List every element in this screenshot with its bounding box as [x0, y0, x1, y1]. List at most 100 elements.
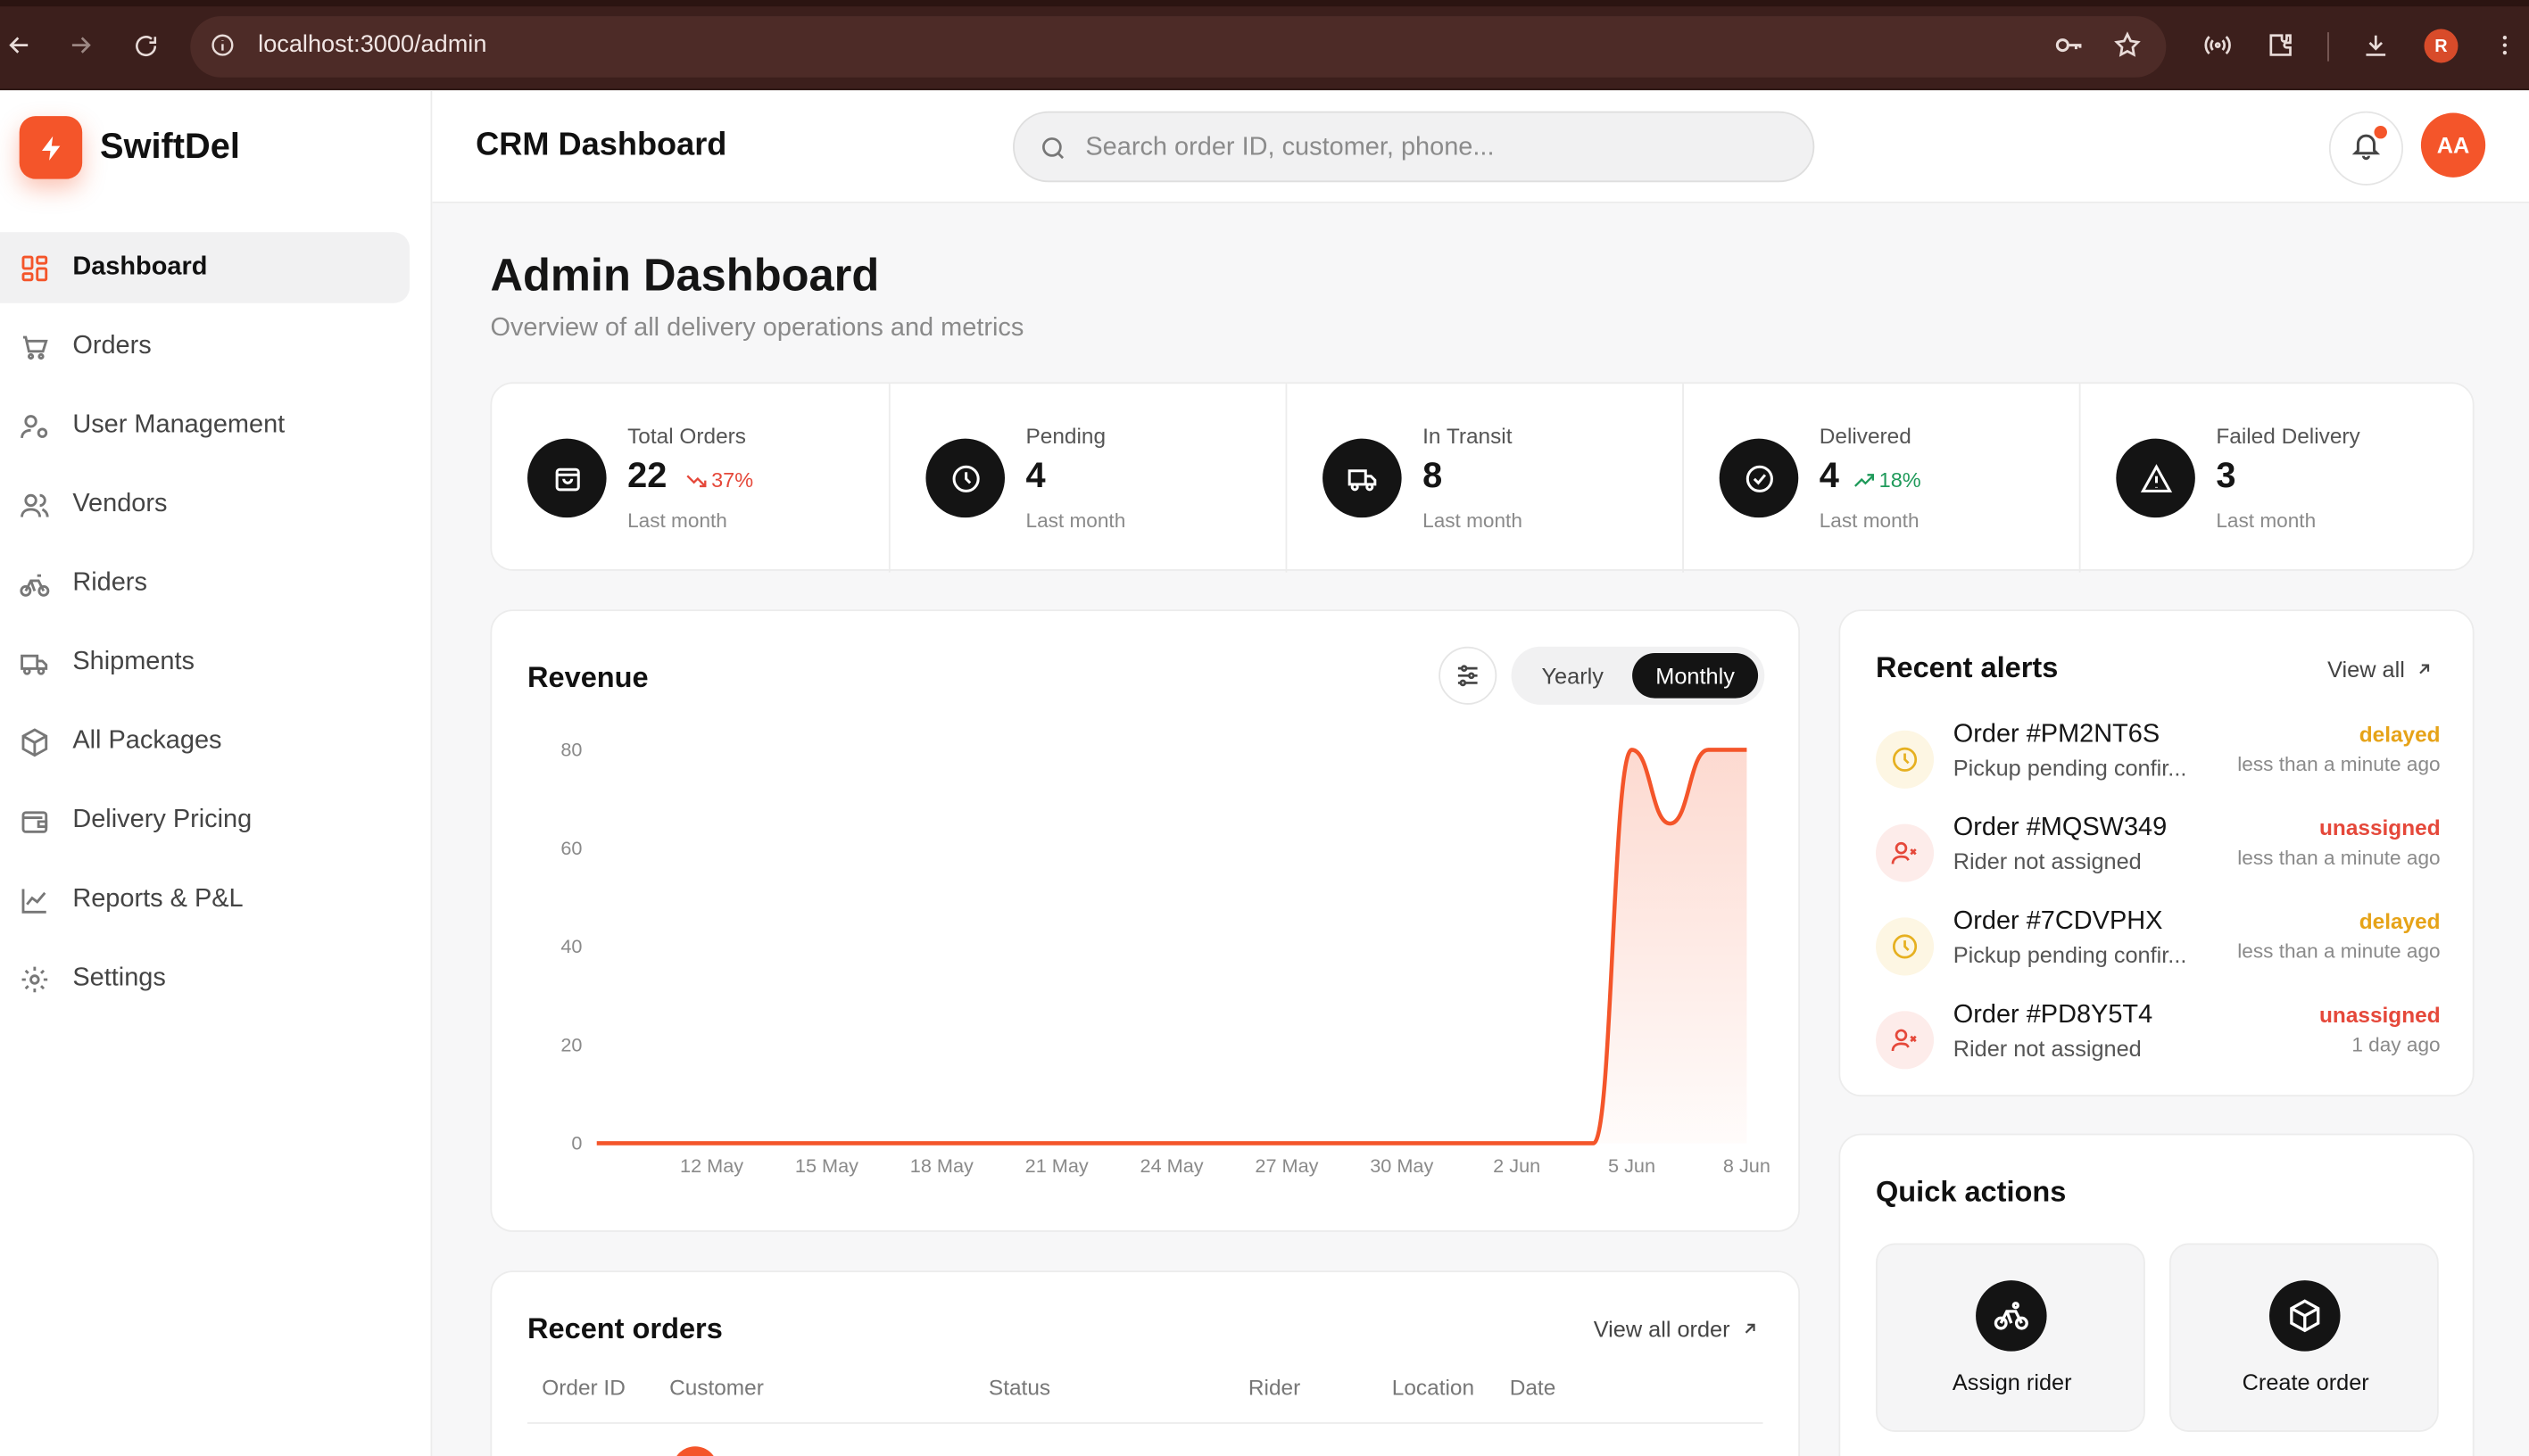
revenue-line [596, 748, 1747, 1146]
stat-pending[interactable]: Pending 4 Last month [888, 384, 1286, 573]
kebab-menu-icon[interactable] [2489, 29, 2521, 62]
users-icon [20, 490, 50, 520]
tab-strip [0, 0, 2529, 7]
sidebar-item-riders[interactable]: Riders [0, 549, 410, 620]
sidebar-item-orders[interactable]: Orders [0, 311, 410, 383]
password-key-icon[interactable] [2053, 29, 2085, 62]
line-chart-icon [20, 885, 50, 915]
column-header-status[interactable]: Status [989, 1376, 1050, 1400]
stat-failed-delivery[interactable]: Failed Delivery 3 Last month [2078, 384, 2476, 573]
recent-orders-card: Recent orders View all order Order ID Cu… [490, 1270, 1801, 1456]
alert-status: unassigned [2319, 815, 2441, 840]
create-order-button[interactable]: Create order [2168, 1243, 2439, 1432]
bicycle-icon [20, 569, 50, 600]
search-bar[interactable] [1013, 111, 1815, 183]
back-icon[interactable] [4, 29, 36, 62]
user-x-icon [1876, 1011, 1935, 1070]
arrow-up-right-icon [1744, 1323, 1754, 1334]
bag-icon [527, 438, 607, 518]
page-title: CRM Dashboard [476, 127, 727, 163]
column-header-customer[interactable]: Customer [669, 1376, 764, 1400]
x-tick-label: 24 May [1140, 1154, 1204, 1177]
stat-trend-value: 18% [1878, 467, 1921, 492]
alert-item[interactable]: Order #PD8Y5T4 Rider not assigned unassi… [1840, 1001, 2475, 1085]
stat-label: Total Orders [627, 424, 746, 449]
quick-actions-title: Quick actions [1876, 1175, 2067, 1208]
alert-item[interactable]: Order #MQSW349 Rider not assigned unassi… [1840, 815, 2475, 898]
alert-time: 1 day ago [2351, 1033, 2441, 1056]
column-header-date[interactable]: Date [1510, 1376, 1556, 1400]
bookmark-star-icon[interactable] [2111, 29, 2143, 62]
dashboard-heading: Admin Dashboard [490, 250, 880, 301]
sliders-icon [1457, 665, 1478, 687]
table-header-divider [527, 1422, 1763, 1424]
view-all-alerts-link[interactable]: View all [2327, 657, 2434, 682]
notifications-button[interactable] [2328, 111, 2404, 186]
sidebar-item-dashboard[interactable]: Dashboard [0, 232, 410, 303]
x-tick-label: 21 May [1025, 1154, 1089, 1177]
stat-footer: Last month [2216, 509, 2317, 533]
browser-toolbar: localhost:3000/admin R [0, 0, 2529, 91]
site-info-icon[interactable] [206, 29, 238, 62]
x-tick-label: 15 May [795, 1154, 858, 1177]
toggle-monthly[interactable]: Monthly [1632, 652, 1759, 699]
reload-icon[interactable] [129, 29, 162, 62]
stat-value: 3 [2216, 454, 2236, 495]
download-icon[interactable] [2359, 29, 2392, 62]
cast-icon[interactable] [2201, 29, 2234, 62]
stat-total-orders[interactable]: Total Orders 22 37% Last month [492, 384, 889, 572]
search-icon [1039, 134, 1068, 171]
period-toggle: Yearly Monthly [1511, 646, 1765, 705]
stat-in-transit[interactable]: In Transit 8 Last month [1285, 384, 1682, 573]
sidebar-item-shipments[interactable]: Shipments [0, 627, 410, 699]
sidebar-item-label: Reports & P&L [72, 885, 244, 913]
alert-description: Rider not assigned [1953, 848, 2142, 874]
create-order-label: Create order [2242, 1369, 2369, 1395]
assign-rider-button[interactable]: Assign rider [1876, 1243, 2145, 1432]
column-header-location[interactable]: Location [1392, 1376, 1474, 1400]
brand-logo[interactable] [19, 116, 83, 179]
sidebar-item-reports[interactable]: Reports & P&L [0, 864, 410, 936]
brand-name: SwiftDel [100, 125, 240, 167]
sidebar-item-delivery-pricing[interactable]: Delivery Pricing [0, 785, 410, 856]
sidebar-item-user-management[interactable]: User Management [0, 390, 410, 461]
alert-order-id: Order #PD8Y5T4 [1953, 1001, 2153, 1030]
warning-icon [2116, 438, 2195, 518]
forward-icon[interactable] [64, 29, 96, 62]
user-avatar[interactable]: AA [2420, 112, 2486, 178]
browser-profile-avatar[interactable]: R [2424, 29, 2459, 63]
toggle-yearly[interactable]: Yearly [1526, 655, 1620, 697]
sidebar-item-vendors[interactable]: Vendors [0, 469, 410, 541]
y-tick-label: 0 [571, 1132, 582, 1154]
search-input[interactable] [1085, 128, 1763, 168]
clock-icon [925, 438, 1006, 518]
x-tick-label: 8 Jun [1723, 1154, 1770, 1177]
stat-footer: Last month [627, 509, 727, 533]
alert-item[interactable]: Order #PM2NT6S Pickup pending confir... … [1840, 721, 2475, 805]
stat-footer: Last month [1422, 509, 1522, 533]
column-header-rider[interactable]: Rider [1248, 1376, 1300, 1400]
column-header-order-id[interactable]: Order ID [542, 1376, 626, 1400]
sidebar-item-label: Orders [72, 332, 152, 360]
x-tick-label: 2 Jun [1493, 1154, 1540, 1177]
chart-filter-button[interactable] [1439, 646, 1497, 705]
sidebar-item-label: User Management [72, 410, 286, 439]
stat-delivered[interactable]: Delivered 4 18% Last month [1682, 384, 2079, 573]
truck-icon [20, 649, 50, 679]
extensions-icon[interactable] [2265, 29, 2297, 62]
recent-orders-title: Recent orders [527, 1312, 723, 1345]
stat-footer: Last month [1819, 509, 1920, 533]
x-tick-label: 5 Jun [1608, 1154, 1655, 1177]
user-gear-icon [20, 411, 50, 442]
view-all-orders-link[interactable]: View all order [1594, 1316, 1759, 1342]
bicycle-icon [1976, 1280, 2047, 1352]
dashboard-subtitle: Overview of all delivery operations and … [490, 314, 1024, 343]
alert-description: Rider not assigned [1953, 1035, 2142, 1062]
x-tick-label: 30 May [1370, 1154, 1433, 1177]
sidebar-item-settings[interactable]: Settings [0, 943, 410, 1014]
sidebar-item-all-packages[interactable]: All Packages [0, 707, 410, 778]
stat-trend-value: 37% [711, 467, 754, 492]
assign-rider-label: Assign rider [1952, 1369, 2072, 1395]
alert-time: less than a minute ago [2237, 846, 2441, 870]
alert-item[interactable]: Order #7CDVPHX Pickup pending confir... … [1840, 908, 2475, 992]
